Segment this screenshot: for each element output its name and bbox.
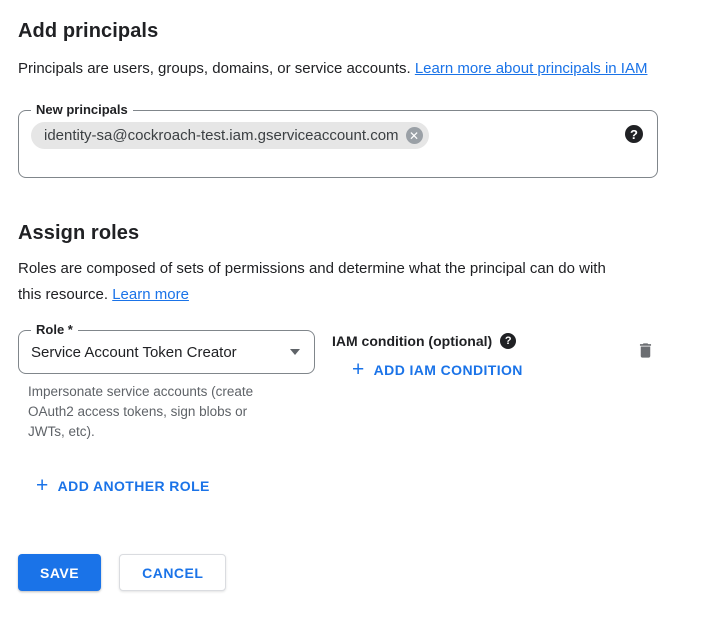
iam-condition-column: IAM condition (optional) ? + ADD IAM CON… [332, 330, 634, 381]
question-mark-glyph: ? [630, 127, 638, 142]
question-mark-glyph: ? [505, 335, 512, 347]
iam-condition-label: IAM condition (optional) [332, 333, 492, 349]
save-button[interactable]: SAVE [18, 554, 101, 591]
add-iam-condition-label: ADD IAM CONDITION [374, 362, 523, 378]
role-label: Role * [31, 322, 78, 338]
add-iam-condition-button[interactable]: + ADD IAM CONDITION [352, 362, 523, 378]
role-helper-text: Impersonate service accounts (create OAu… [28, 382, 283, 442]
principals-description-text: Principals are users, groups, domains, o… [18, 60, 415, 77]
roles-description: Roles are composed of sets of permission… [18, 256, 628, 308]
role-select[interactable]: Role * Service Account Token Creator [18, 330, 315, 374]
new-principals-field[interactable]: New principals identity-sa@cockroach-tes… [18, 110, 658, 178]
add-principals-panel: Add principals Principals are users, gro… [0, 0, 713, 591]
assign-roles-title: Assign roles [18, 220, 658, 246]
role-selected-value: Service Account Token Creator [31, 344, 290, 361]
add-another-role-label: ADD ANOTHER ROLE [58, 478, 210, 494]
remove-principal-icon[interactable]: ✕ [406, 127, 423, 144]
principal-chip-text: identity-sa@cockroach-test.iam.gservicea… [44, 127, 399, 144]
learn-more-principals-link[interactable]: Learn more about principals in IAM [415, 60, 648, 77]
chevron-down-icon [290, 349, 300, 355]
iam-condition-label-row: IAM condition (optional) ? [332, 333, 634, 349]
page-title: Add principals [18, 18, 658, 44]
plus-icon: + [352, 362, 365, 378]
help-icon[interactable]: ? [625, 125, 643, 143]
delete-role-column [634, 338, 657, 366]
trash-icon [636, 340, 655, 361]
role-column: Role * Service Account Token Creator Imp… [18, 330, 315, 442]
add-another-role-button[interactable]: + ADD ANOTHER ROLE [36, 478, 210, 494]
help-icon[interactable]: ? [500, 333, 516, 349]
learn-more-roles-link[interactable]: Learn more [112, 286, 189, 303]
roles-description-text: Roles are composed of sets of permission… [18, 260, 606, 303]
new-principals-label: New principals [31, 102, 133, 118]
cancel-button[interactable]: CANCEL [119, 554, 226, 591]
plus-icon: + [36, 478, 49, 494]
principal-chip: identity-sa@cockroach-test.iam.gservicea… [31, 122, 429, 149]
action-buttons: SAVE CANCEL [18, 554, 658, 591]
delete-role-button[interactable] [634, 338, 657, 363]
role-row: Role * Service Account Token Creator Imp… [18, 330, 658, 442]
close-icon: ✕ [409, 130, 419, 142]
principals-description: Principals are users, groups, domains, o… [18, 56, 658, 82]
